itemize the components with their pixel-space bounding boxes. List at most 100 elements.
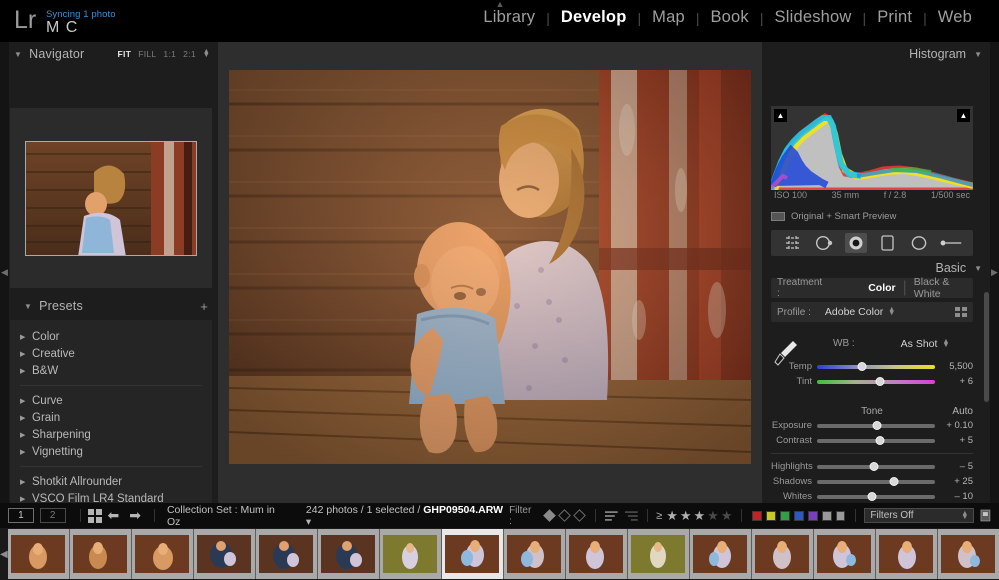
temp-slider-knob[interactable] — [857, 362, 866, 371]
exposure-slider[interactable] — [817, 424, 935, 428]
screen-1-button[interactable]: 1 — [8, 508, 34, 523]
tint-slider[interactable] — [817, 380, 935, 384]
adjustment-brush-tool[interactable] — [940, 233, 962, 253]
color-label-red[interactable] — [752, 511, 762, 521]
color-label-green[interactable] — [780, 511, 790, 521]
temp-slider[interactable] — [817, 365, 935, 369]
tint-slider-knob[interactable] — [875, 377, 884, 386]
collapse-triangle-icon[interactable]: ▼ — [974, 50, 982, 59]
histogram-graph[interactable]: ▲ ▲ — [771, 106, 973, 190]
filters-dropdown[interactable]: Filters Off ▲▼ — [864, 508, 974, 523]
white-balance-selector-icon[interactable] — [773, 338, 799, 368]
highlights-slider[interactable] — [817, 465, 935, 469]
profile-stepper-icon[interactable]: ▲▼ — [888, 308, 895, 316]
grid-view-icon[interactable] — [88, 509, 102, 523]
preset-group-vignetting[interactable]: ▶ Vignetting — [10, 443, 212, 460]
filmstrip-thumb-10[interactable] — [628, 529, 690, 579]
contrast-value[interactable]: + 5 — [935, 435, 973, 446]
rating-star-2[interactable]: ★ — [680, 508, 692, 524]
highlights-value[interactable]: – 5 — [935, 461, 973, 472]
module-print[interactable]: Print — [866, 8, 923, 27]
zoom-2-1[interactable]: 2:1 — [183, 49, 196, 59]
wb-value[interactable]: As Shot — [901, 338, 938, 350]
sort-descending-icon[interactable] — [624, 510, 639, 522]
module-develop[interactable]: Develop — [550, 8, 638, 27]
filmstrip-thumb-9[interactable] — [566, 529, 628, 579]
collapse-triangle-icon[interactable]: ▼ — [974, 264, 982, 273]
right-panel-scrollbar[interactable] — [984, 292, 989, 402]
color-label-blue[interactable] — [794, 511, 804, 521]
color-label-custom[interactable] — [836, 511, 846, 521]
preset-group-grain[interactable]: ▶ Grain — [10, 409, 212, 426]
screen-2-button[interactable]: 2 — [40, 508, 66, 523]
module-book[interactable]: Book — [699, 8, 759, 27]
contrast-slider[interactable] — [817, 439, 935, 443]
module-web[interactable]: Web — [927, 8, 983, 27]
wb-stepper-icon[interactable]: ▲▼ — [942, 340, 949, 348]
filmstrip-prev-arrow-icon[interactable]: ◀ — [0, 549, 8, 560]
preset-group-creative[interactable]: ▶ Creative — [10, 345, 212, 362]
profile-value[interactable]: Adobe Color — [825, 306, 883, 318]
shadows-slider[interactable] — [817, 480, 935, 484]
left-panel-collapse-handle[interactable]: ◀ — [0, 42, 9, 503]
exposure-slider-knob[interactable] — [873, 421, 882, 430]
spot-removal-tool[interactable] — [813, 233, 835, 253]
auto-tone-button[interactable]: Auto — [952, 406, 973, 417]
preset-group-curve[interactable]: ▶ Curve — [10, 392, 212, 409]
rating-star-3[interactable]: ★ — [694, 508, 706, 524]
flag-picked-icon[interactable] — [543, 509, 556, 522]
filmstrip-thumb-8[interactable] — [504, 529, 566, 579]
rating-star-4[interactable]: ★ — [707, 508, 719, 524]
rating-star-5[interactable]: ★ — [721, 508, 733, 524]
shadows-value[interactable]: + 25 — [935, 476, 973, 487]
filmstrip-thumb-5[interactable] — [318, 529, 380, 579]
preset-group-bw[interactable]: ▶ B&W — [10, 362, 212, 379]
red-eye-correction-tool[interactable] — [845, 233, 867, 253]
preset-group-color[interactable]: ▶ Color — [10, 328, 212, 345]
preset-group-sharpening[interactable]: ▶ Sharpening — [10, 426, 212, 443]
shadow-clipping-indicator[interactable]: ▲ — [774, 109, 787, 122]
filters-stepper-icon[interactable]: ▲▼ — [961, 512, 968, 520]
module-library[interactable]: Library — [472, 8, 546, 27]
filter-lock-icon[interactable] — [980, 509, 991, 522]
filmstrip-thumb-7[interactable] — [442, 529, 504, 579]
whites-slider-knob[interactable] — [868, 492, 877, 501]
radial-filter-tool[interactable] — [908, 233, 930, 253]
color-label-yellow[interactable] — [766, 511, 776, 521]
tint-value[interactable]: + 6 — [935, 376, 973, 387]
sort-ascending-icon[interactable] — [604, 510, 619, 522]
filmstrip-thumb-14[interactable] — [876, 529, 938, 579]
whites-slider[interactable] — [817, 495, 935, 499]
module-map[interactable]: Map — [641, 8, 696, 27]
zoom-fit[interactable]: FIT — [118, 49, 132, 59]
rating-operator[interactable]: ≥ — [656, 510, 662, 522]
filmstrip-thumb-3[interactable] — [194, 529, 256, 579]
filmstrip-thumb-4[interactable] — [256, 529, 318, 579]
filmstrip-thumb-13[interactable] — [814, 529, 876, 579]
filmstrip-thumb-11[interactable] — [690, 529, 752, 579]
crop-overlay-tool[interactable] — [782, 233, 804, 253]
shadows-slider-knob[interactable] — [889, 477, 898, 486]
color-label-none[interactable] — [822, 511, 832, 521]
back-arrow-icon[interactable]: ⬅ — [107, 507, 119, 524]
graduated-filter-tool[interactable] — [877, 233, 899, 253]
module-slideshow[interactable]: Slideshow — [764, 8, 863, 27]
collapse-triangle-icon[interactable]: ▼ — [14, 50, 22, 59]
collection-label[interactable]: Collection Set : Mum in Oz — [167, 504, 290, 528]
treatment-bw-option[interactable]: Black & White — [914, 276, 967, 300]
filmstrip-thumb-12[interactable] — [752, 529, 814, 579]
color-label-purple[interactable] — [808, 511, 818, 521]
add-preset-icon[interactable]: + — [200, 299, 212, 314]
highlight-clipping-indicator[interactable]: ▲ — [957, 109, 970, 122]
filmstrip-thumb-1[interactable] — [70, 529, 132, 579]
contrast-slider-knob[interactable] — [875, 436, 884, 445]
exposure-value[interactable]: + 0.10 — [935, 420, 973, 431]
temp-value[interactable]: 5,500 — [935, 361, 973, 372]
rating-star-1[interactable]: ★ — [666, 508, 678, 524]
histogram-header[interactable]: Histogram ▼ — [768, 42, 986, 66]
highlights-slider-knob[interactable] — [869, 462, 878, 471]
zoom-fill[interactable]: FILL — [138, 49, 156, 59]
filmstrip-thumb-0[interactable] — [8, 529, 70, 579]
filmstrip[interactable]: ◀ — [0, 528, 999, 580]
right-panel-collapse-handle[interactable]: ▶ — [990, 42, 999, 503]
